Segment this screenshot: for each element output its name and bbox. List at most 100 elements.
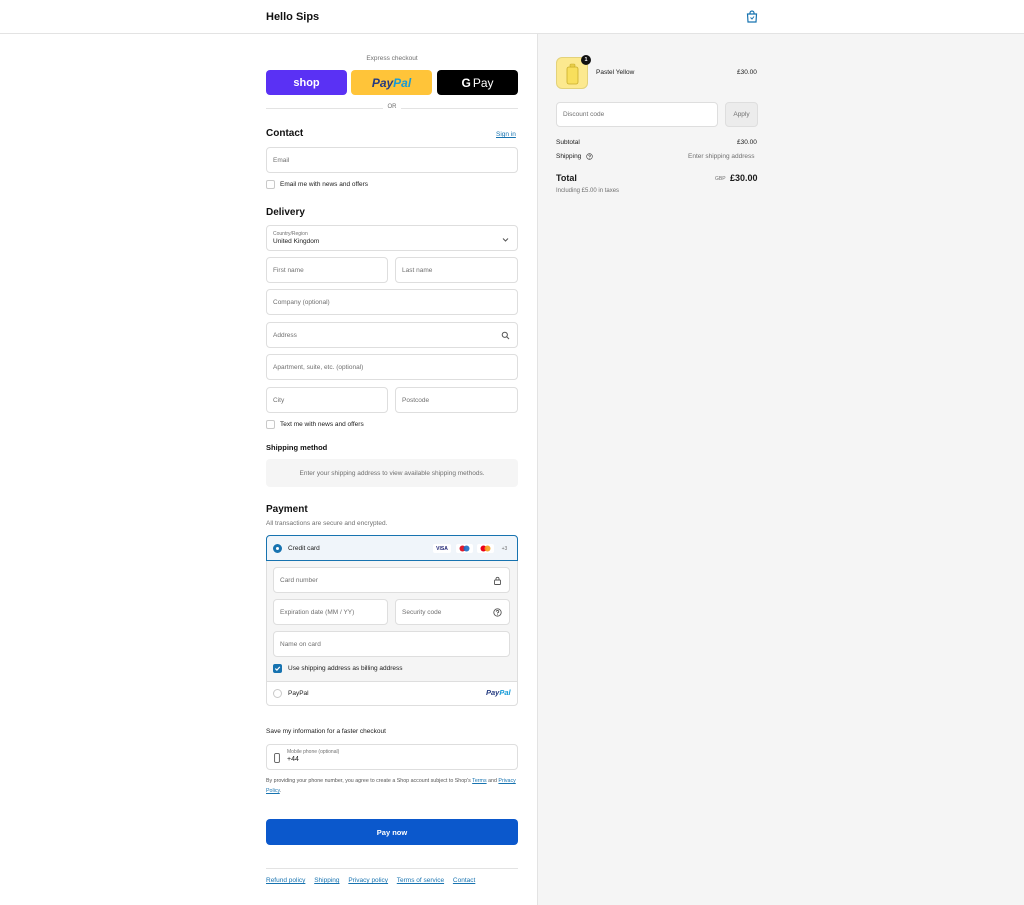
legal-end: .	[279, 788, 282, 794]
email-news-label: Email me with news and offers	[280, 181, 369, 188]
paypal-option-label[interactable]: PayPal	[288, 690, 309, 697]
pay-now-label: Pay now	[376, 827, 408, 837]
help-icon[interactable]	[586, 153, 593, 160]
currency-code: GBP	[715, 176, 726, 182]
paypal-radio[interactable]	[273, 689, 282, 698]
visa-icon: VISA	[433, 544, 451, 553]
paypal-label-pay: Pay	[371, 75, 394, 90]
text-news-checkbox[interactable]	[266, 420, 275, 429]
paypal-label-pal: Pal	[393, 75, 412, 90]
total-label: Total	[556, 173, 577, 183]
shipping-method-text: Enter your shipping address to view avai…	[299, 469, 485, 477]
first-name-placeholder: First name	[273, 266, 304, 274]
paypal-logo-icon: PayPal	[486, 688, 511, 697]
country-label: Country/Region	[273, 231, 308, 237]
country-select[interactable]: Country/Region United Kingdom	[266, 225, 518, 251]
address-field[interactable]: Address	[266, 322, 518, 348]
delivery-title: Delivery	[266, 207, 305, 218]
postcode-placeholder: Postcode	[402, 396, 430, 404]
footer-links: Refund policy Shipping Privacy policy Te…	[266, 877, 482, 884]
store-name[interactable]: Hello Sips	[266, 11, 319, 23]
payment-title: Payment	[266, 504, 308, 515]
total-value: £30.00	[730, 173, 758, 183]
google-pay-label: Pay	[472, 75, 494, 90]
paypal-logo-pal: Pal	[499, 688, 511, 697]
shipping-label: Shipping	[556, 153, 582, 160]
sign-in-link[interactable]: Sign in	[496, 131, 516, 138]
shipping-policy-link[interactable]: Shipping	[314, 877, 339, 884]
city-field[interactable]: City	[266, 387, 388, 413]
lock-icon	[494, 576, 501, 585]
card-number-field[interactable]: Card number	[273, 567, 510, 593]
card-number-placeholder: Card number	[280, 576, 318, 584]
company-placeholder: Company (optional)	[273, 298, 330, 306]
mobile-phone-field[interactable]: Mobile phone (optional) +44	[266, 744, 518, 770]
apartment-placeholder: Apartment, suite, etc. (optional)	[273, 363, 364, 371]
search-icon	[501, 331, 510, 340]
help-icon[interactable]	[493, 608, 502, 617]
product-name: Pastel Yellow	[596, 69, 635, 76]
name-on-card-placeholder: Name on card	[280, 640, 321, 648]
phone-icon	[274, 753, 280, 763]
tax-note: Including £5.00 in taxes	[556, 188, 620, 194]
mobile-phone-label: Mobile phone (optional)	[287, 749, 340, 755]
shipping-method-message: Enter your shipping address to view avai…	[266, 459, 518, 487]
more-cards-badge: +3	[501, 545, 508, 552]
shop-pay-label: shop	[293, 76, 320, 89]
remember-me-title: Save my information for a faster checkou…	[266, 728, 386, 735]
refund-policy-link[interactable]: Refund policy	[266, 877, 305, 884]
name-on-card-field[interactable]: Name on card	[273, 631, 510, 657]
paypal-express-button[interactable]: Pay Pal	[351, 70, 432, 95]
pay-now-button[interactable]: Pay now	[266, 819, 518, 845]
terms-of-service-link[interactable]: Terms of service	[397, 877, 444, 884]
postcode-field[interactable]: Postcode	[395, 387, 518, 413]
last-name-placeholder: Last name	[402, 266, 433, 274]
shipping-method-title: Shipping method	[266, 443, 328, 452]
or-label: OR	[383, 104, 401, 110]
apartment-field[interactable]: Apartment, suite, etc. (optional)	[266, 354, 518, 380]
billing-address-label: Use shipping address as billing address	[288, 665, 403, 672]
security-code-field[interactable]: Security code	[395, 599, 510, 625]
express-checkout-label: Express checkout	[366, 55, 418, 62]
email-news-checkbox[interactable]	[266, 180, 275, 189]
order-summary-panel	[537, 34, 1024, 905]
country-value: United Kingdom	[273, 238, 320, 245]
mobile-phone-value: +44	[287, 756, 299, 763]
billing-address-checkbox[interactable]	[273, 664, 282, 673]
chevron-down-icon	[502, 238, 509, 242]
quantity-badge: 1	[581, 55, 591, 65]
expiration-field[interactable]: Expiration date (MM / YY)	[273, 599, 388, 625]
google-g-icon: G	[461, 75, 471, 90]
shopping-bag-icon[interactable]	[746, 10, 758, 23]
address-placeholder: Address	[273, 331, 297, 339]
bottle-icon	[566, 63, 579, 85]
city-placeholder: City	[273, 396, 285, 404]
footer-divider	[266, 868, 518, 869]
shop-pay-button[interactable]: shop	[266, 70, 347, 95]
subtotal-label: Subtotal	[556, 139, 580, 146]
discount-code-field[interactable]: Discount code	[556, 102, 718, 127]
company-field[interactable]: Company (optional)	[266, 289, 518, 315]
discount-code-placeholder: Discount code	[563, 111, 605, 118]
terms-link[interactable]: Terms	[472, 778, 486, 784]
contact-title: Contact	[266, 128, 304, 139]
legal-and: and	[488, 778, 497, 784]
google-pay-button[interactable]: G Pay	[437, 70, 518, 95]
shop-legal-text: By providing your phone number, you agre…	[266, 776, 522, 796]
shipping-value: Enter shipping address	[688, 153, 755, 160]
legal-text: By providing your phone number, you agre…	[266, 778, 471, 784]
payment-divider	[267, 681, 517, 682]
last-name-field[interactable]: Last name	[395, 257, 518, 283]
email-field[interactable]: Email	[266, 147, 518, 173]
mastercard-icon	[477, 544, 494, 553]
privacy-policy-footer-link[interactable]: Privacy policy	[348, 877, 388, 884]
email-placeholder: Email	[273, 156, 290, 164]
subtotal-value: £30.00	[737, 139, 757, 146]
header: Hello Sips	[0, 0, 1024, 34]
apply-discount-button[interactable]: Apply	[725, 102, 758, 127]
contact-link[interactable]: Contact	[453, 877, 475, 884]
first-name-field[interactable]: First name	[266, 257, 388, 283]
credit-card-radio[interactable]	[273, 544, 282, 553]
payment-subtitle: All transactions are secure and encrypte…	[266, 520, 388, 527]
text-news-label: Text me with news and offers	[280, 421, 364, 428]
